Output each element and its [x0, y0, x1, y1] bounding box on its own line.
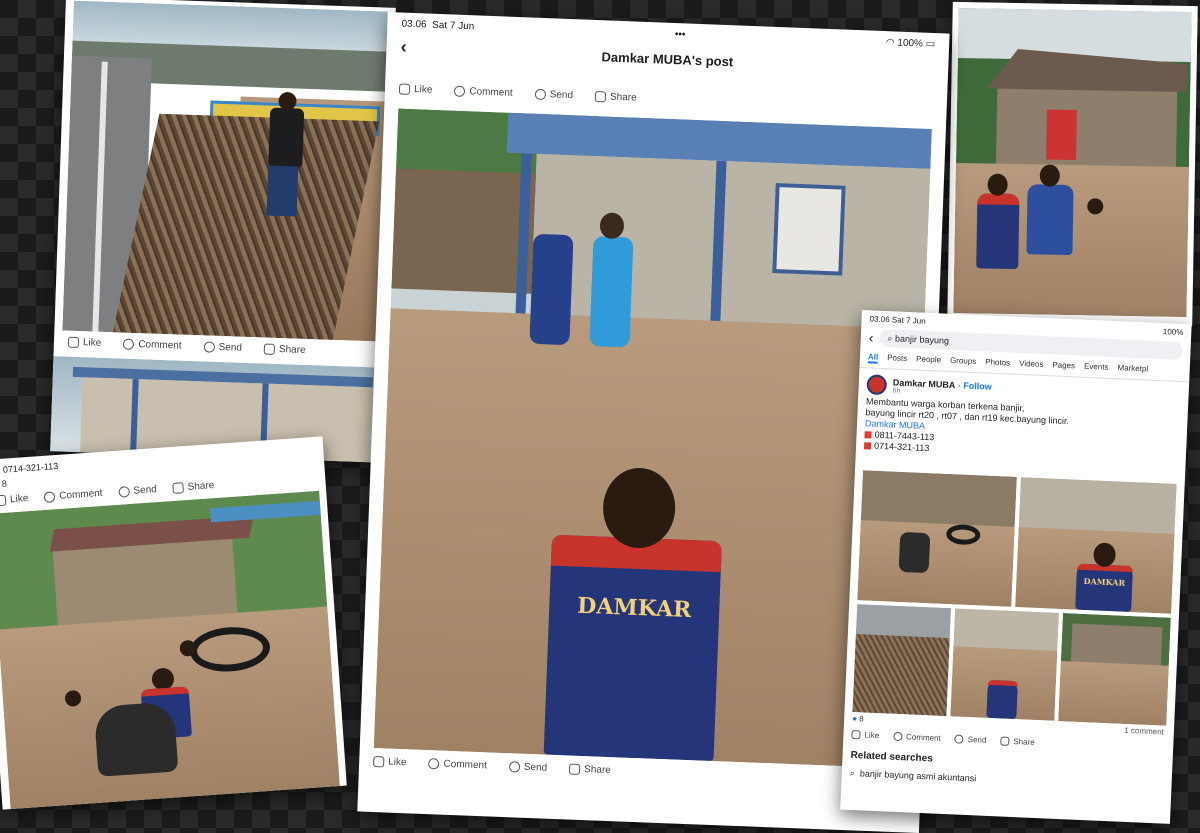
share-button[interactable]: Share	[595, 91, 637, 104]
reaction-count: ● 8	[852, 714, 864, 723]
thumbs-up-icon	[68, 337, 79, 348]
share-icon	[595, 91, 606, 102]
like-button[interactable]: Like	[399, 83, 433, 95]
comment-icon	[44, 491, 56, 503]
send-button[interactable]: Send	[534, 88, 573, 100]
search-results-screenshot: 03.06 Sat 7 Jun 100% ‹ ⌕ banjir bayung A…	[840, 310, 1191, 824]
share-button[interactable]: Share	[172, 480, 214, 494]
post-actions: Like Comment Send Share	[68, 337, 306, 356]
share-icon	[569, 764, 580, 775]
search-icon: ⌕	[850, 768, 855, 778]
share-icon	[172, 482, 184, 494]
tab-pages[interactable]: Pages	[1052, 360, 1075, 372]
comment-button[interactable]: Comment	[123, 339, 182, 352]
send-button[interactable]: Send	[955, 734, 987, 744]
battery-icon: ▭	[926, 38, 936, 49]
page-title: Damkar MUBA's post	[601, 49, 733, 69]
thumbs-up-icon	[373, 756, 384, 767]
like-button[interactable]: Like	[373, 756, 407, 768]
messenger-icon	[534, 88, 545, 99]
thumbs-up-icon	[851, 730, 860, 739]
more-dots-icon[interactable]: •••	[675, 29, 686, 40]
tab-videos[interactable]: Videos	[1019, 359, 1044, 371]
share-button[interactable]: Share	[264, 344, 306, 356]
search-icon: ⌕	[887, 333, 892, 343]
phone-icon	[864, 442, 871, 449]
thumbs-up-icon	[0, 495, 6, 507]
comment-icon	[893, 732, 902, 741]
photo-house-flood-rescuers[interactable]	[953, 8, 1191, 317]
send-button[interactable]: Send	[509, 761, 548, 773]
comment-button[interactable]: Comment	[893, 732, 941, 743]
comment-button[interactable]: Comment	[428, 758, 487, 771]
tab-marketplace[interactable]: Marketpl	[1117, 363, 1148, 375]
comment-button[interactable]: Comment	[454, 85, 513, 98]
post-actions-bottom: Like Comment Send Share	[373, 756, 611, 776]
phone-icon	[864, 431, 871, 438]
back-arrow-icon[interactable]: ‹	[868, 329, 873, 345]
photo-grid: DAMKAR	[852, 470, 1177, 745]
share-button[interactable]: Share	[1000, 736, 1035, 746]
share-icon	[1000, 736, 1009, 745]
avatar[interactable]	[866, 374, 887, 395]
like-button[interactable]: Like	[0, 493, 29, 506]
follow-link[interactable]: Follow	[963, 380, 992, 391]
grid-photo-4[interactable]	[950, 608, 1059, 720]
wifi-icon: ◠	[886, 37, 895, 48]
messenger-icon	[955, 734, 964, 743]
grid-photo-1[interactable]	[857, 470, 1017, 607]
tab-all[interactable]: All	[868, 352, 879, 363]
comment-button[interactable]: Comment	[44, 488, 103, 503]
comment-count[interactable]: 1 comment	[1124, 726, 1164, 737]
grid-photo-5[interactable]	[1058, 613, 1171, 726]
bottom-left-screenshot: 0714-321-113 ● 8 Like Comment Send Share	[0, 436, 347, 809]
tab-photos[interactable]: Photos	[985, 357, 1010, 369]
messenger-icon	[203, 341, 214, 352]
back-arrow-icon[interactable]: ‹	[400, 32, 407, 62]
like-button[interactable]: Like	[851, 730, 879, 740]
damkar-shirt: DAMKAR	[544, 535, 722, 761]
comment-icon	[123, 339, 134, 350]
send-button[interactable]: Send	[118, 484, 157, 498]
tab-groups[interactable]: Groups	[950, 356, 977, 368]
messenger-icon	[509, 761, 520, 772]
related-search-item[interactable]: ⌕ banjir bayung asmi akuntansi	[850, 768, 977, 785]
comment-icon	[428, 758, 439, 769]
related-searches-title: Related searches	[850, 750, 933, 765]
grid-photo-2[interactable]: DAMKAR	[1015, 477, 1177, 614]
tab-posts[interactable]: Posts	[887, 353, 907, 365]
photo-debris-clearing[interactable]	[62, 1, 387, 342]
phone-number: 0714-321-113	[0, 461, 59, 477]
reaction-count: ● 8	[0, 479, 7, 490]
messenger-icon	[118, 486, 130, 498]
tab-events[interactable]: Events	[1084, 362, 1109, 374]
top-left-screenshot: Like Comment Send Share	[50, 0, 396, 463]
comment-icon	[454, 85, 465, 96]
share-button[interactable]: Share	[569, 764, 611, 777]
send-button[interactable]: Send	[203, 341, 242, 353]
photo-flood-rescue-tube[interactable]	[0, 491, 340, 809]
top-right-screenshot	[947, 2, 1198, 326]
grid-photo-3[interactable]	[852, 604, 951, 716]
like-button[interactable]: Like	[68, 337, 102, 349]
share-icon	[264, 344, 275, 355]
thumbs-up-icon	[399, 83, 410, 94]
tab-people[interactable]: People	[916, 354, 941, 366]
